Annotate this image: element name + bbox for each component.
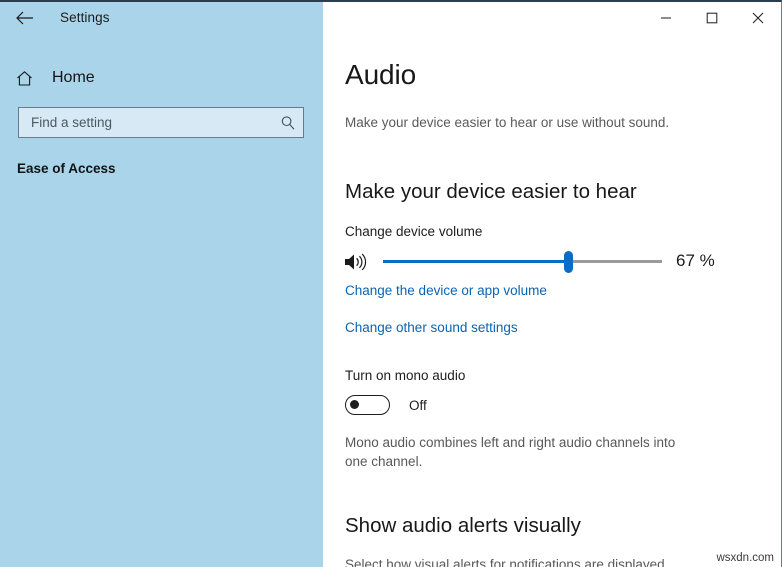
minimize-icon <box>660 12 672 24</box>
section-heading-alerts: Show audio alerts visually <box>345 514 581 538</box>
slider-thumb[interactable] <box>564 251 573 273</box>
close-icon <box>752 12 764 24</box>
close-button[interactable] <box>735 2 781 33</box>
search-box[interactable] <box>18 107 304 138</box>
back-button[interactable] <box>10 6 40 30</box>
speaker-volume-icon <box>343 251 371 273</box>
minimize-button[interactable] <box>643 2 689 33</box>
mono-audio-toggle[interactable] <box>345 395 390 415</box>
section-heading-hear: Make your device easier to hear <box>345 180 637 204</box>
search-icon[interactable] <box>273 108 303 137</box>
title-bar: Settings <box>0 2 323 34</box>
maximize-button[interactable] <box>689 2 735 33</box>
mono-audio-toggle-state: Off <box>409 398 427 413</box>
slider-track-filled <box>383 260 569 263</box>
alerts-description: Select how visual alerts for notificatio… <box>345 557 668 567</box>
volume-slider-row: 67 % <box>343 245 743 279</box>
sidebar-item-home-label: Home <box>52 69 95 87</box>
sidebar: Settings Home Ease of Access <box>0 2 323 567</box>
mono-audio-description: Mono audio combines left and right audio… <box>345 433 695 471</box>
home-icon <box>14 68 34 88</box>
volume-value: 67 % <box>676 251 715 271</box>
page-title: Audio <box>345 59 416 91</box>
mono-audio-label: Turn on mono audio <box>345 368 465 383</box>
sidebar-item-home[interactable]: Home <box>14 64 95 92</box>
slider-track-remaining <box>569 260 662 263</box>
sidebar-category-label: Ease of Access <box>17 161 116 176</box>
page-subtitle: Make your device easier to hear or use w… <box>345 115 669 130</box>
window-controls <box>643 2 781 33</box>
link-change-other-sound-settings[interactable]: Change other sound settings <box>345 320 518 335</box>
link-change-device-or-app-volume[interactable]: Change the device or app volume <box>345 283 547 298</box>
settings-window: Settings Home Ease of Access <box>0 0 782 567</box>
toggle-knob <box>350 400 359 409</box>
watermark: wsxdn.com <box>713 551 777 565</box>
search-input[interactable] <box>19 108 273 137</box>
mono-audio-toggle-row: Off <box>345 394 427 416</box>
app-title: Settings <box>60 10 110 25</box>
main-content: Audio Make your device easier to hear or… <box>323 33 781 567</box>
volume-slider[interactable] <box>383 245 662 279</box>
back-arrow-icon <box>16 11 34 25</box>
maximize-icon <box>706 12 718 24</box>
volume-label: Change device volume <box>345 224 482 239</box>
